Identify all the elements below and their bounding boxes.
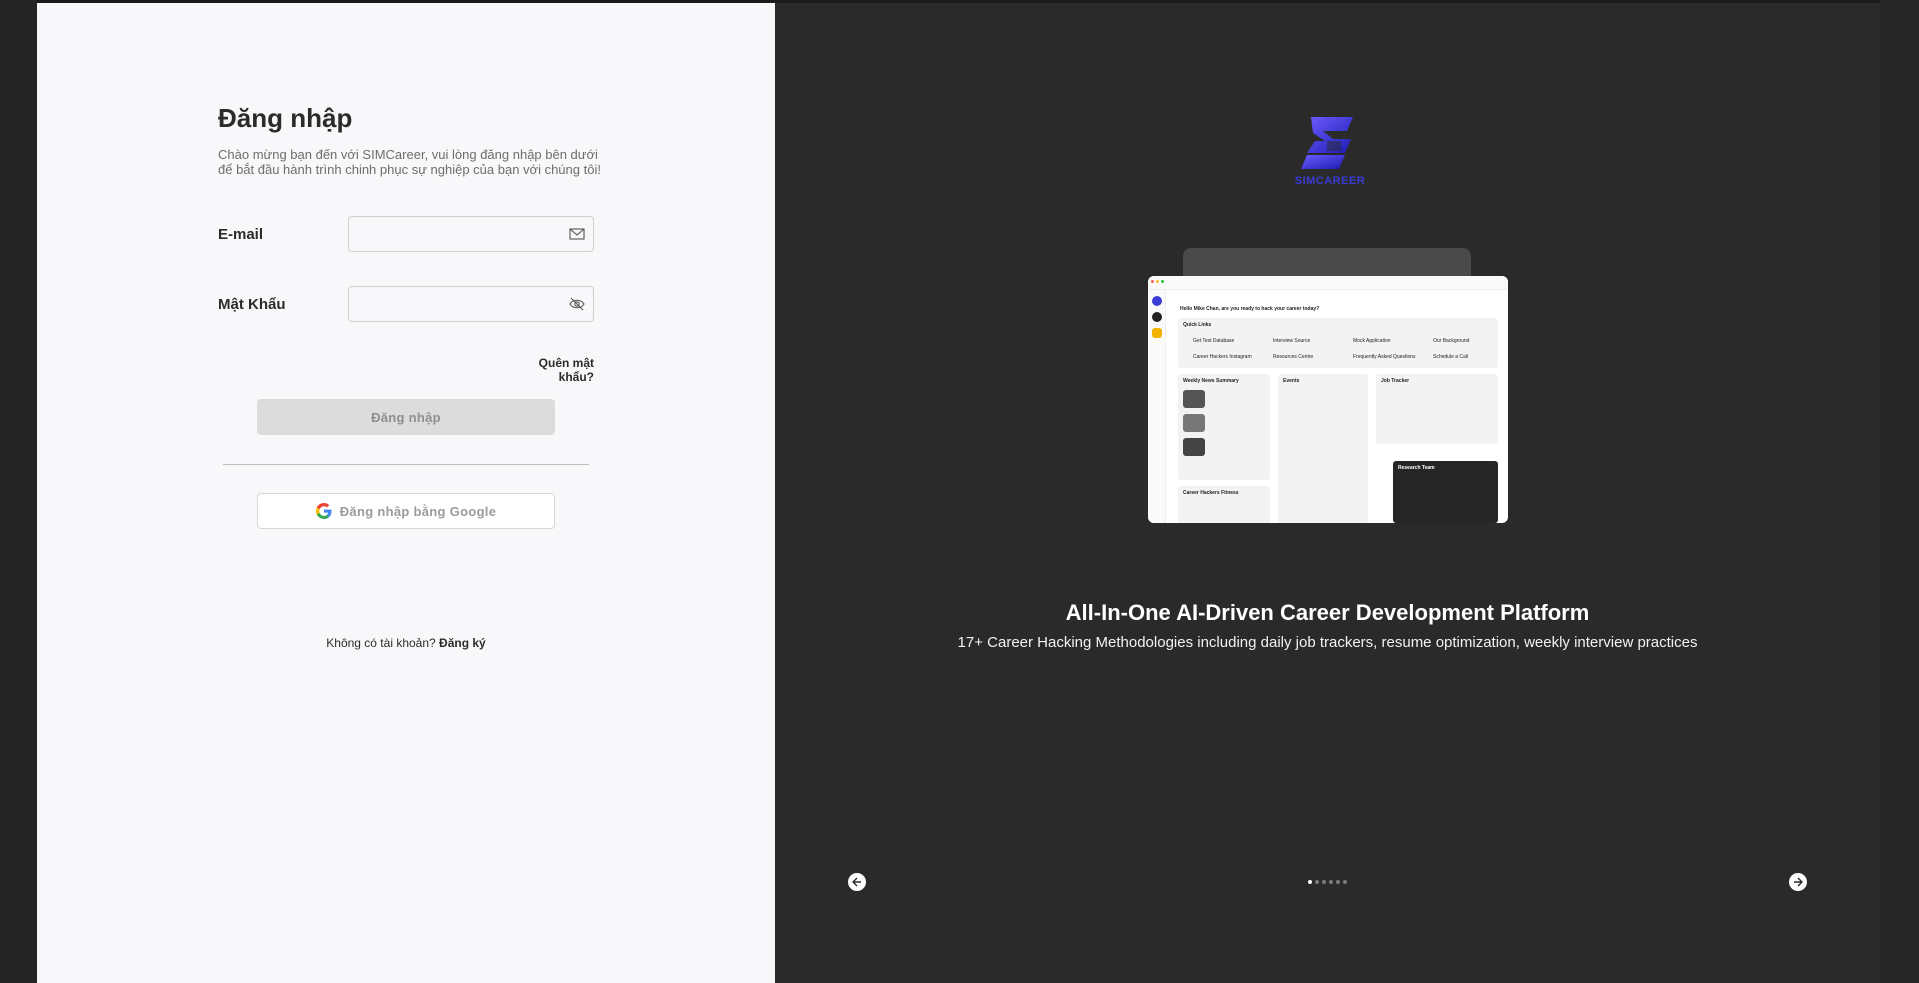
showcase-panel: SIMCAREER Hello Mike Chan, are you ready… <box>775 3 1880 983</box>
mail-icon <box>569 228 585 240</box>
logo-mark <box>1301 117 1353 169</box>
login-panel: Đăng nhập Chào mừng bạn đến với SIMCaree… <box>37 3 775 983</box>
mock-news-thumb <box>1183 438 1205 456</box>
email-field[interactable] <box>348 216 594 252</box>
carousel-dot[interactable] <box>1322 880 1326 884</box>
password-label: Mật Khẩu <box>218 296 286 313</box>
carousel-dots <box>1308 880 1347 884</box>
carousel-dot[interactable] <box>1308 880 1312 884</box>
carousel-dot[interactable] <box>1315 880 1319 884</box>
carousel-prev-button[interactable] <box>848 873 866 891</box>
mock-events-card <box>1278 374 1368 523</box>
login-button[interactable]: Đăng nhập <box>257 399 555 435</box>
email-input[interactable] <box>359 223 559 245</box>
mock-news-title: Weekly News Summary <box>1183 378 1239 384</box>
right-gutter <box>1880 0 1919 983</box>
google-login-button[interactable]: Đăng nhập bằng Google <box>257 493 555 529</box>
mock-fitness-title: Career Hackers Fitness <box>1183 490 1239 496</box>
mock-quick-link: Get Test Database <box>1193 338 1235 344</box>
mock-greeting: Hello Mike Chan, are you ready to hack y… <box>1180 306 1320 312</box>
mock-quick-link: Career Hackers Instagram <box>1193 354 1252 360</box>
mock-research-title: Research Team <box>1398 465 1435 471</box>
login-title: Đăng nhập <box>218 103 353 133</box>
dashboard-mockup-image: Hello Mike Chan, are you ready to hack y… <box>1148 276 1508 523</box>
no-account-text: Không có tài khoản? <box>326 636 436 650</box>
mock-sidebar <box>1148 290 1166 523</box>
forgot-password-link[interactable]: Quên mật khẩu? <box>503 356 594 384</box>
mock-quick-link: Schedule a Call <box>1433 354 1469 360</box>
eye-off-icon[interactable] <box>569 297 585 311</box>
showcase-subline: 17+ Career Hacking Methodologies includi… <box>957 634 1698 651</box>
carousel-next-button[interactable] <box>1789 873 1807 891</box>
mock-topbar <box>1148 276 1508 290</box>
logo-text: SIMCAREER <box>1294 175 1366 187</box>
mock-quick-link: Frequently Asked Questions <box>1353 354 1416 360</box>
mock-events-title: Events <box>1283 378 1300 384</box>
email-label: E-mail <box>218 226 264 243</box>
google-login-label: Đăng nhập bằng Google <box>339 503 497 519</box>
password-field[interactable] <box>348 286 594 322</box>
login-subtitle: Chào mừng bạn đến với SIMCareer, vui lòn… <box>218 147 601 177</box>
mock-news-thumb <box>1183 390 1205 408</box>
arrow-right-icon <box>1794 877 1803 887</box>
carousel-dot[interactable] <box>1329 880 1333 884</box>
mock-quick-link: Our Background <box>1433 338 1470 344</box>
carousel-dot[interactable] <box>1336 880 1340 884</box>
divider <box>223 464 589 465</box>
signup-link[interactable]: Đăng ký <box>439 636 486 650</box>
mock-news-thumb <box>1183 414 1205 432</box>
signup-row: Không có tài khoản? Đăng ký <box>274 636 538 650</box>
carousel-dot[interactable] <box>1343 880 1347 884</box>
mock-quick-link: Mock Application <box>1353 338 1391 344</box>
password-input[interactable] <box>359 293 559 315</box>
left-gutter <box>0 0 37 983</box>
mock-tracker-title: Job Tracker <box>1381 378 1410 384</box>
showcase-headline: All-In-One AI-Driven Career Development … <box>1065 600 1590 625</box>
mock-quick-link: Resources Centre <box>1273 354 1314 360</box>
arrow-left-icon <box>852 877 861 887</box>
mock-tracker-card <box>1376 374 1498 444</box>
google-icon <box>315 503 332 519</box>
simcareer-logo: SIMCAREER <box>1289 111 1371 189</box>
mock-quick-link: Interview Source <box>1273 338 1311 344</box>
mock-quick-links-title: Quick Links <box>1183 322 1212 328</box>
